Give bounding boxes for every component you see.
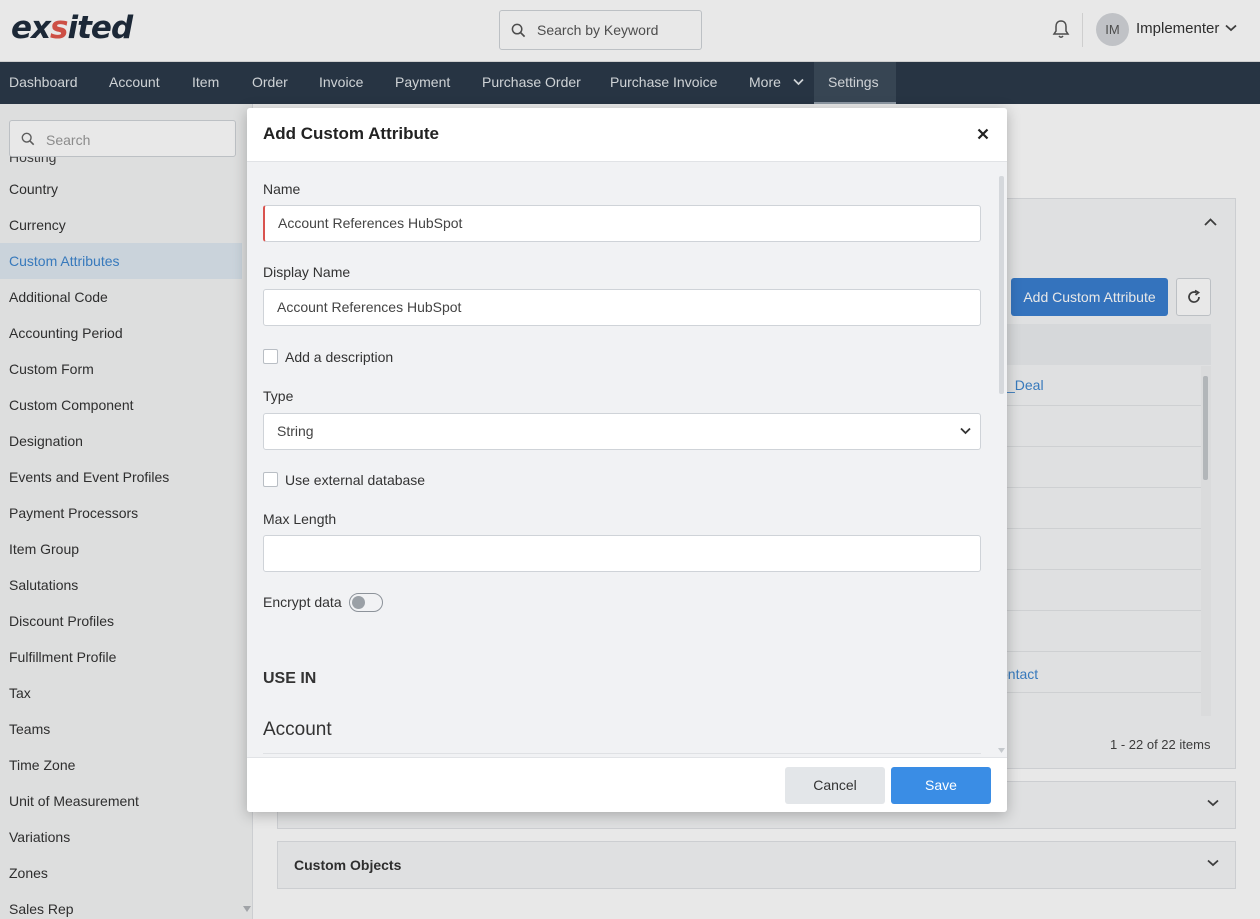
dialog-title: Add Custom Attribute — [263, 124, 439, 143]
add-custom-attribute-dialog: Add Custom Attribute Name Account Refere… — [247, 108, 1007, 812]
scroll-down-arrow-icon[interactable] — [998, 748, 1005, 753]
close-icon[interactable] — [977, 128, 989, 140]
type-select-value: String — [277, 423, 314, 439]
external-db-checkbox[interactable] — [263, 472, 278, 487]
name-field[interactable]: Account References HubSpot — [263, 205, 981, 242]
max-length-label: Max Length — [263, 511, 337, 527]
type-label: Type — [263, 388, 294, 404]
type-select[interactable]: String — [263, 413, 981, 450]
use-in-heading: USE IN — [263, 670, 317, 687]
max-length-field[interactable] — [263, 535, 981, 572]
toggle-knob — [352, 596, 365, 609]
encrypt-data-toggle[interactable] — [349, 593, 383, 612]
section-divider — [263, 753, 981, 754]
dialog-scrollbar[interactable] — [997, 170, 1006, 758]
encrypt-data-label: Encrypt data — [263, 594, 342, 610]
dialog-footer: Cancel Save — [247, 757, 1007, 812]
name-label: Name — [263, 181, 301, 197]
dialog-body: Name Account References HubSpot Display … — [247, 163, 1007, 757]
save-button[interactable]: Save — [891, 767, 991, 804]
external-db-label[interactable]: Use external database — [285, 472, 425, 488]
cancel-button[interactable]: Cancel — [785, 767, 885, 804]
dialog-scrollbar-thumb[interactable] — [999, 176, 1004, 394]
dialog-header: Add Custom Attribute — [247, 108, 1007, 162]
use-in-account-heading: Account — [263, 719, 332, 740]
display-name-field[interactable]: Account References HubSpot — [263, 289, 981, 326]
chevron-down-icon — [960, 427, 971, 435]
add-description-label[interactable]: Add a description — [285, 349, 393, 365]
display-name-label: Display Name — [263, 264, 351, 280]
add-description-checkbox[interactable] — [263, 349, 278, 364]
